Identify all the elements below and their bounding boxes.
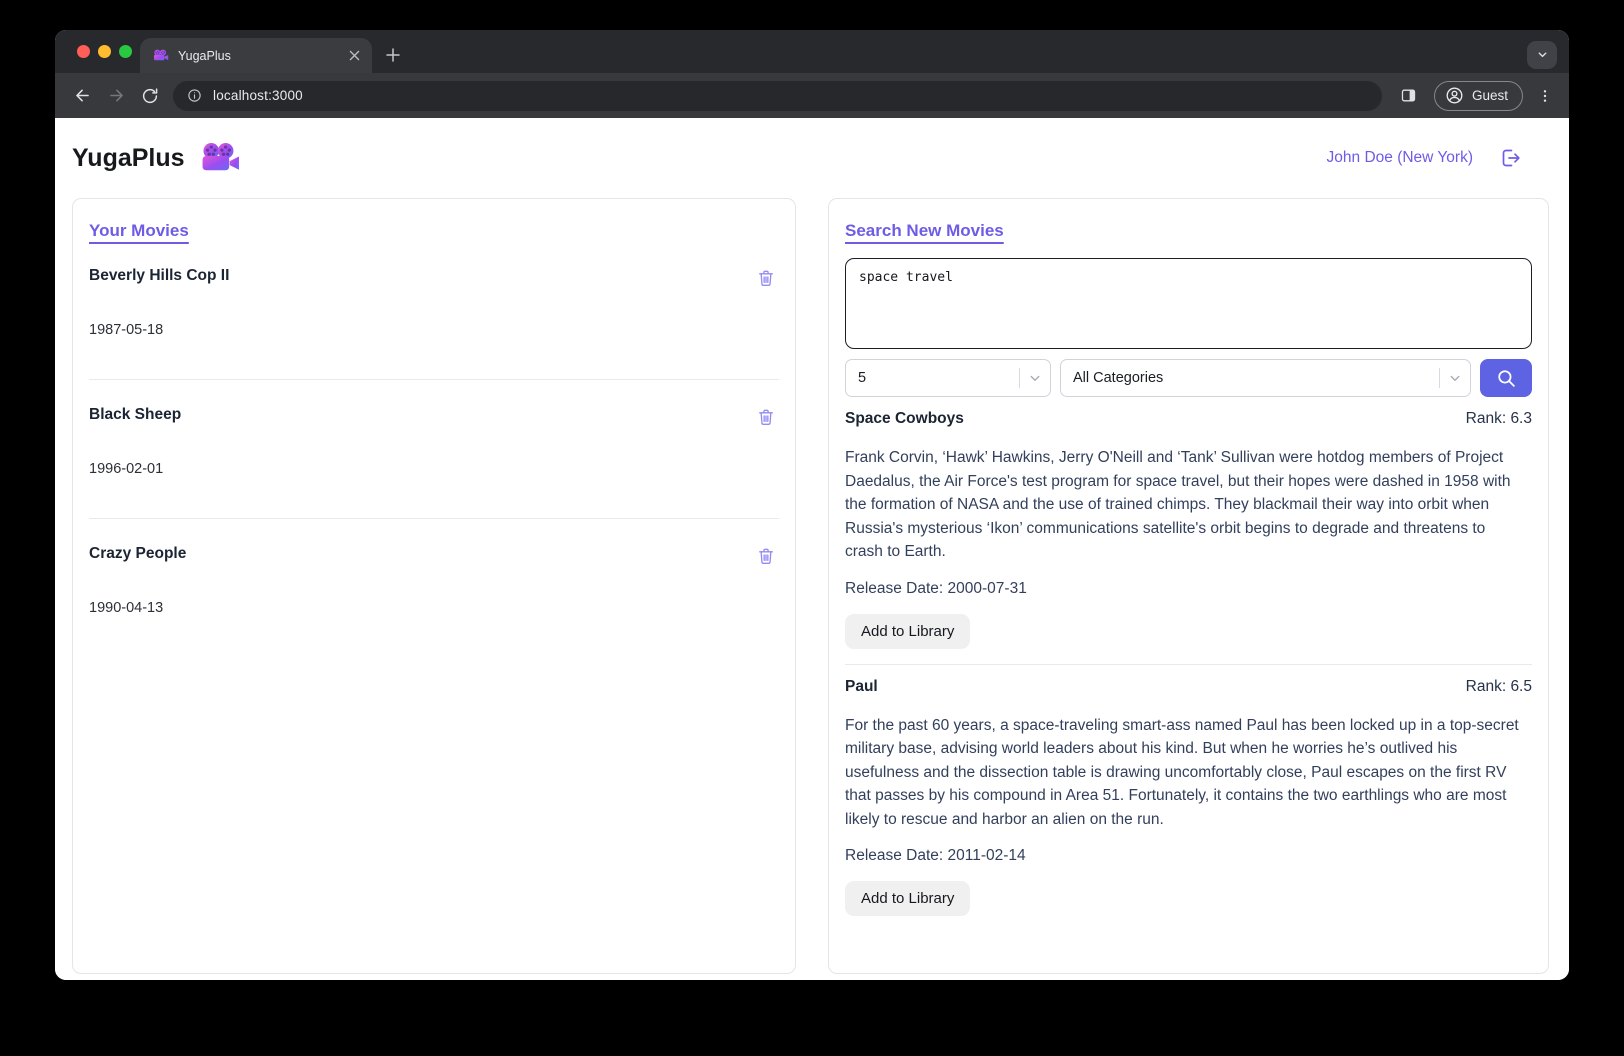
movie-title: Black Sheep [89,406,182,423]
forward-icon[interactable] [99,79,133,113]
search-result: Space Cowboys Rank: 6.3 Frank Corvin, ‘H… [845,397,1532,665]
results-limit-value: 5 [858,370,867,386]
movie-release-date: 1996-02-01 [89,461,164,477]
search-result: Paul Rank: 6.5 For the past 60 years, a … [845,665,1532,932]
tab-title: YugaPlus [178,48,231,63]
delete-movie-trash-icon[interactable] [755,545,777,567]
close-window-button[interactable] [77,45,90,58]
movie-title: Crazy People [89,545,187,562]
yugaplus-page: YugaPlus John Doe (New York) Your Movies… [55,118,1569,980]
brand: YugaPlus [72,142,241,174]
result-rank: Rank: 6.3 [1465,410,1532,427]
user-profile-link[interactable]: John Doe (New York) [1327,149,1473,167]
side-panel-icon[interactable] [1392,79,1426,113]
tab-close-icon[interactable] [344,46,364,66]
category-select[interactable]: All Categories [1060,359,1471,397]
page-title: YugaPlus [72,143,185,172]
site-info-icon[interactable] [187,88,202,103]
chevron-down-icon [1446,369,1464,387]
delete-movie-trash-icon[interactable] [755,406,777,428]
browser-toolbar: localhost:3000 Guest [55,73,1569,118]
minimize-window-button[interactable] [98,45,111,58]
tab-search-chevron-down-icon[interactable] [1527,40,1557,69]
search-button[interactable] [1480,359,1532,397]
app-header: YugaPlus John Doe (New York) [55,118,1569,198]
movie-release-date: 1990-04-13 [89,600,164,616]
logout-icon[interactable] [1497,145,1523,171]
reload-icon[interactable] [133,79,167,113]
browser-menu-dots-icon[interactable] [1531,79,1559,113]
category-value: All Categories [1073,370,1164,386]
your-movies-heading: Your Movies [89,221,189,240]
result-title: Paul [845,677,878,695]
traffic-lights [77,30,132,73]
library-movie-row: Crazy People 1990-04-13 [89,519,779,657]
add-to-library-button[interactable]: Add to Library [845,881,971,916]
library-movie-row: Beverly Hills Cop II 1987-05-18 [89,241,779,380]
url-text[interactable]: localhost:3000 [213,88,303,103]
new-tab-icon[interactable] [378,40,408,70]
screenshot-stage: YugaPlus localhost:3000 Guest YugaPlus J… [0,0,1624,1056]
select-divider [1439,368,1440,388]
zoom-window-button[interactable] [119,45,132,58]
result-release-date: Release Date: 2011-02-14 [845,847,1026,864]
select-divider [1019,368,1020,388]
result-title: Space Cowboys [845,410,964,427]
search-heading: Search New Movies [845,221,1004,240]
back-icon[interactable] [65,79,99,113]
search-new-movies-panel: Search New Movies space travel 5 All Cat… [828,198,1549,974]
browser-tab-strip: YugaPlus [55,30,1569,73]
your-movies-panel: Your Movies Beverly Hills Cop II 1987-05… [72,198,796,974]
tab-favicon-movie-camera-icon [153,49,169,62]
browser-tab-yugaplus[interactable]: YugaPlus [140,38,372,73]
result-rank: Rank: 6.5 [1465,677,1532,695]
movie-camera-icon [200,142,241,174]
movie-release-date: 1987-05-18 [89,322,164,338]
chevron-down-icon [1026,369,1044,387]
search-icon [1495,367,1517,389]
movie-title: Beverly Hills Cop II [89,267,230,284]
header-user-area: John Doe (New York) [1327,145,1523,171]
result-release-date: Release Date: 2000-07-31 [845,579,1027,597]
results-limit-select[interactable]: 5 [845,359,1051,397]
guest-avatar-icon [1445,86,1464,105]
guest-label: Guest [1471,88,1508,103]
delete-movie-trash-icon[interactable] [755,267,777,289]
address-bar[interactable]: localhost:3000 [173,80,1382,111]
search-query-input[interactable]: space travel [845,258,1532,349]
main-content: Your Movies Beverly Hills Cop II 1987-05… [55,198,1569,980]
library-movie-row: Black Sheep 1996-02-01 [89,380,779,519]
add-to-library-button[interactable]: Add to Library [845,613,971,649]
browser-profile-button[interactable]: Guest [1433,80,1523,111]
result-description: Frank Corvin, ‘Hawk’ Hawkins, Jerry O'Ne… [845,449,1511,560]
browser-window: YugaPlus localhost:3000 Guest YugaPlus J… [55,30,1569,980]
search-controls: 5 All Categories [845,359,1532,397]
result-description: For the past 60 years, a space-traveling… [845,716,1519,828]
